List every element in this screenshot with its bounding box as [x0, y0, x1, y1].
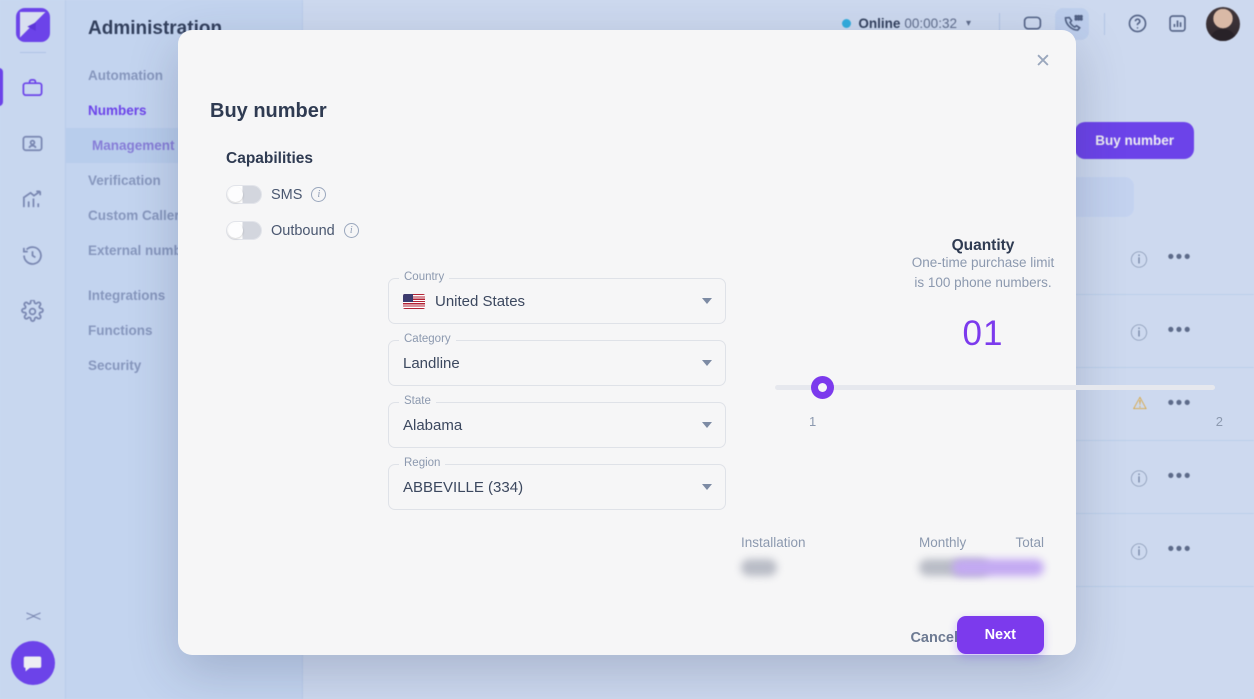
chevron-down-icon[interactable]	[702, 360, 712, 366]
quantity-slider[interactable]	[751, 376, 1215, 410]
sms-info-icon[interactable]: i	[311, 187, 327, 202]
installation-price: Installation	[741, 535, 806, 576]
outbound-toggle[interactable]	[226, 221, 262, 240]
dialog-title: Buy number	[210, 100, 327, 122]
slider-scale: 1 2	[743, 414, 1223, 432]
chevron-down-icon[interactable]	[702, 484, 712, 490]
next-button[interactable]: Next	[956, 616, 1044, 654]
slider-max-label: 2	[1215, 414, 1223, 430]
country-legend: Country	[399, 271, 450, 283]
category-select[interactable]: Category Landline	[388, 333, 726, 386]
us-flag-icon	[403, 293, 425, 309]
outbound-info-icon[interactable]: i	[343, 223, 359, 238]
installation-label: Installation	[741, 535, 806, 550]
state-legend: State	[399, 395, 436, 407]
chevron-down-icon[interactable]	[702, 422, 712, 428]
close-icon[interactable]: ✕	[1030, 48, 1056, 74]
total-value	[952, 559, 1044, 576]
country-value: United States	[435, 292, 526, 310]
quantity-heading: Quantity	[951, 237, 1015, 254]
installation-value	[741, 559, 777, 576]
category-legend: Category	[399, 333, 456, 345]
application-window: ◂ >< Administration Automation Numbers M…	[0, 0, 1254, 699]
capabilities-heading: Capabilities	[226, 150, 313, 167]
region-value: ABBEVILLE (334)	[403, 478, 524, 496]
region-select[interactable]: Region ABBEVILLE (334)	[388, 457, 726, 510]
capability-row-outbound: Outbound i	[226, 221, 359, 240]
total-price: Total	[952, 535, 1044, 576]
quantity-value: 01	[962, 314, 1004, 354]
slider-min-label: 1	[809, 414, 817, 430]
state-value: Alabama	[403, 416, 463, 434]
quantity-subtitle-line1: One-time purchase limit	[911, 255, 1055, 270]
outbound-label: Outbound	[271, 222, 335, 239]
sms-label: SMS	[271, 186, 303, 203]
category-value: Landline	[403, 354, 460, 372]
total-label: Total	[1015, 535, 1044, 550]
capability-row-sms: SMS i	[226, 185, 327, 204]
state-select[interactable]: State Alabama	[388, 395, 726, 448]
region-legend: Region	[399, 457, 446, 469]
quantity-subtitle: One-time purchase limit is 100 phone num…	[743, 253, 1223, 292]
quantity-panel: Quantity One-time purchase limit is 100 …	[743, 237, 1223, 432]
slider-handle[interactable]	[811, 376, 834, 400]
quantity-subtitle-line2: is 100 phone numbers.	[914, 274, 1052, 290]
buy-number-dialog: ✕ Buy number Capabilities SMS i Outbound…	[178, 30, 1223, 655]
slider-track[interactable]	[775, 385, 1215, 391]
chevron-down-icon[interactable]	[702, 298, 712, 304]
sms-toggle[interactable]	[226, 185, 262, 204]
country-select[interactable]: Country United States	[388, 271, 726, 324]
